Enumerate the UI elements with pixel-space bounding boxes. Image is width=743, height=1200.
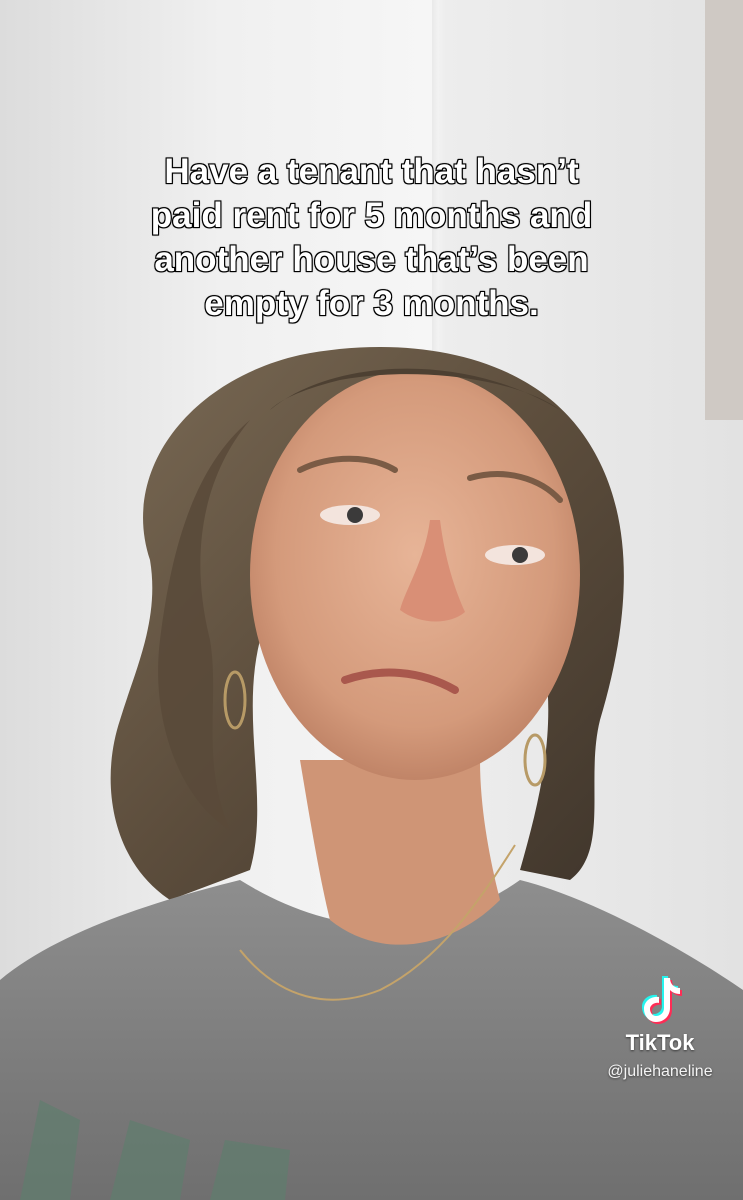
video-frame: Have a tenant that hasn’t paid rent for …	[0, 0, 743, 1200]
creator-handle: @juliehaneline	[607, 1063, 713, 1080]
tiktok-watermark: TikTok @juliehaneline	[580, 970, 740, 1090]
tiktok-brand-label: TikTok	[625, 1030, 695, 1055]
earring-right	[523, 733, 547, 787]
video-caption: Have a tenant that hasn’t paid rent for …	[90, 150, 653, 326]
caption-line: empty for 3 months.	[203, 283, 540, 324]
neck	[300, 760, 500, 945]
caption-line: paid rent for 5 months and	[150, 195, 594, 236]
caption-line: another house that’s been	[153, 239, 590, 280]
caption-line: Have a tenant that hasn’t	[163, 151, 579, 192]
tiktok-logo-icon	[642, 976, 682, 1024]
